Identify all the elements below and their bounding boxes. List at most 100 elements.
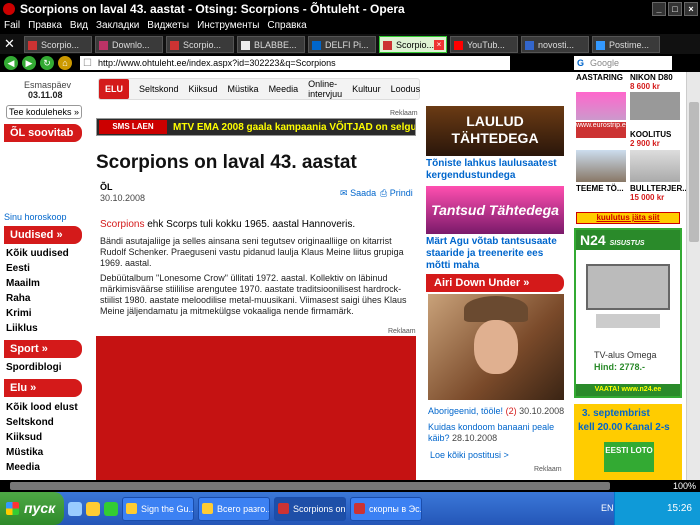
taskbar-item[interactable]: Всего разго... xyxy=(198,496,270,521)
tab[interactable]: Downlo... xyxy=(95,35,163,53)
set-homepage-button[interactable]: Tee koduleheks » xyxy=(6,105,82,119)
sport-link[interactable]: Spordiblogi xyxy=(6,362,62,373)
home-icon[interactable]: ⌂ xyxy=(58,56,72,70)
classified-label[interactable]: KOOLITUS xyxy=(630,130,671,139)
post-ad-link[interactable]: kuulutus jäta siit xyxy=(576,212,680,224)
article-title: Scorpions on laval 43. aastat xyxy=(96,152,357,173)
menu-item-help[interactable]: Справка xyxy=(267,18,306,34)
favicon-icon xyxy=(596,40,605,50)
comment-count[interactable]: (2) xyxy=(506,406,517,416)
language-indicator[interactable]: EN xyxy=(601,492,614,525)
nav-mustika[interactable]: Müstika xyxy=(228,84,259,94)
quicklaunch-icon[interactable] xyxy=(86,501,100,516)
menu-item-bookmarks[interactable]: Закладки xyxy=(96,18,139,34)
photo-caption-line: Aborigeenid, tööle! (2) 30.10.2008 xyxy=(428,406,564,416)
photo-caption[interactable]: Aborigeenid, tööle! xyxy=(428,406,503,416)
promo-caption[interactable]: Märt Agu võtab tantsusaate staaride ja t… xyxy=(426,236,564,272)
life-link[interactable]: Kõik lood elust xyxy=(6,402,78,413)
tab[interactable]: DELFI Pi... xyxy=(308,35,376,53)
maximize-icon[interactable]: □ xyxy=(668,2,682,16)
classified-label[interactable]: TEEME TÖ... xyxy=(576,184,624,193)
taskbar-item[interactable]: Sign the Gu... xyxy=(122,496,194,521)
news-link[interactable]: Krimi xyxy=(6,308,32,319)
menu-item-file[interactable]: Fail xyxy=(4,18,20,34)
banner-ad[interactable]: SMS LAEN MTV EMA 2008 gaala kampaania VÕ… xyxy=(96,118,416,136)
nav-loodus[interactable]: Loodus xyxy=(391,84,421,94)
print-button[interactable]: ⎙ Prindi xyxy=(380,188,413,199)
life-link[interactable]: Seltskond xyxy=(6,417,54,428)
nav-seltskond[interactable]: Seltskond xyxy=(139,84,179,94)
n24-ad[interactable]: N24 SISUSTUS TV-alus Omega Hind: 2778.- … xyxy=(574,228,682,398)
start-button[interactable]: пуск xyxy=(0,492,64,525)
classified-thumb[interactable] xyxy=(630,150,680,182)
menu-item-view[interactable]: Вид xyxy=(70,18,88,34)
site-label[interactable]: www.eurostrip.ee xyxy=(576,122,630,129)
classified-label[interactable]: AASTARING xyxy=(576,73,623,82)
nav-online-intervjuu[interactable]: Online-intervjuu xyxy=(308,79,342,99)
story-date: 28.10.2008 xyxy=(452,433,498,443)
menu-item-tools[interactable]: Инструменты xyxy=(197,18,259,34)
news-link[interactable]: Maailm xyxy=(6,278,40,289)
classified-thumb[interactable] xyxy=(630,92,680,120)
all-posts-link[interactable]: Loe kõiki postitusi > xyxy=(430,450,509,460)
favicon-icon xyxy=(454,40,463,50)
tab[interactable]: Scorpio... xyxy=(24,35,92,53)
scroll-thumb[interactable] xyxy=(10,482,610,490)
nav-meedia[interactable]: Meedia xyxy=(269,84,299,94)
search-input[interactable]: G Google xyxy=(574,56,672,70)
lead-highlight[interactable]: Scorpions xyxy=(100,219,144,230)
news-link[interactable]: Kõik uudised xyxy=(6,248,69,259)
news-header[interactable]: Uudised » xyxy=(4,226,82,244)
classified-thumb[interactable] xyxy=(576,92,626,120)
nav-kiiksud[interactable]: Kiiksud xyxy=(189,84,218,94)
reload-icon[interactable]: ↻ xyxy=(40,56,54,70)
menu-item-edit[interactable]: Правка xyxy=(28,18,62,34)
classified-thumb[interactable] xyxy=(576,150,626,182)
lotto-ad[interactable]: 3. septembrist kell 20.00 Kanal 2-s EEST… xyxy=(574,404,682,480)
vertical-scrollbar[interactable] xyxy=(686,72,700,480)
classified-label[interactable]: BULLTERJER... xyxy=(630,184,686,193)
close-icon[interactable]: × xyxy=(684,2,698,16)
section-header-airi[interactable]: Airi Down Under » xyxy=(426,274,564,292)
menu-item-widgets[interactable]: Виджеты xyxy=(147,18,189,34)
life-link[interactable]: Kiiksud xyxy=(6,432,42,443)
url-input[interactable]: ☐ http://www.ohtuleht.ee/index.aspx?id=3… xyxy=(80,56,510,70)
share-button[interactable]: ✉ Saada xyxy=(340,188,376,199)
life-link[interactable]: Müstika xyxy=(6,447,43,458)
promo-banner-laulud[interactable]: LAULUD TÄHTEDEGA xyxy=(426,106,564,156)
news-link[interactable]: Raha xyxy=(6,293,30,304)
tab-active[interactable]: Scorpio... × xyxy=(379,35,447,53)
tab[interactable]: YouTub... xyxy=(450,35,518,53)
classified-label[interactable]: NIKON D80 xyxy=(630,73,673,82)
horoscope-link[interactable]: Sinu horoskoop xyxy=(4,212,67,222)
promo-caption[interactable]: Tõniste lahkus laulusaatest kergendustun… xyxy=(426,158,564,182)
taskbar-item[interactable]: скорпы в Эс... xyxy=(350,496,422,521)
tab[interactable]: Scorpio... xyxy=(166,35,234,53)
life-header[interactable]: Elu » xyxy=(4,379,82,397)
scroll-thumb[interactable] xyxy=(689,102,699,242)
horizontal-scrollbar[interactable]: 100% xyxy=(0,480,700,492)
tv-label: TV-alus Omega xyxy=(594,350,657,360)
tab[interactable]: Postime... xyxy=(592,35,660,53)
life-link[interactable]: Meedia xyxy=(6,462,40,473)
close-tab-icon[interactable]: ✕ xyxy=(4,36,15,52)
quicklaunch-icon[interactable] xyxy=(104,501,118,516)
tab[interactable]: BLABBE... xyxy=(237,35,305,53)
taskbar-item-active[interactable]: Scorpions on... xyxy=(274,496,346,521)
ad-block[interactable] xyxy=(96,336,416,480)
nav-kultuur[interactable]: Kultuur xyxy=(352,84,381,94)
minimize-icon[interactable]: _ xyxy=(652,2,666,16)
news-link[interactable]: Eesti xyxy=(6,263,30,274)
quicklaunch-icon[interactable] xyxy=(68,501,82,516)
zoom-level[interactable]: 100% xyxy=(673,480,696,492)
nav-elu[interactable]: ELU xyxy=(99,79,129,99)
sport-header[interactable]: Sport » xyxy=(4,340,82,358)
recommended-header[interactable]: ÕL soovitab xyxy=(4,124,82,142)
news-link[interactable]: Liiklus xyxy=(6,323,38,334)
forward-icon[interactable]: ▶ xyxy=(22,56,36,70)
woman-photo[interactable] xyxy=(428,294,564,400)
promo-banner-tantsud[interactable]: Tantsud Tähtedega xyxy=(426,186,564,234)
tab[interactable]: novosti... xyxy=(521,35,589,53)
close-icon[interactable]: × xyxy=(434,39,444,50)
back-icon[interactable]: ◀ xyxy=(4,56,18,70)
